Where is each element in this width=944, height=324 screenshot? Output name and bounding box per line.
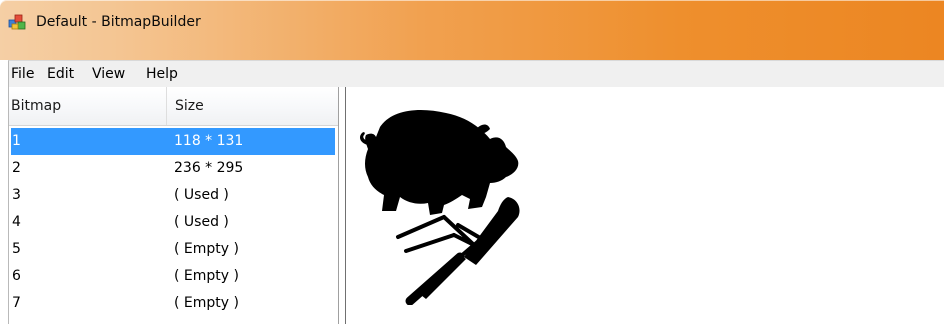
list-row[interactable]: 6 ( Empty ) <box>11 263 335 290</box>
list-row[interactable]: 1 118 * 131 <box>11 128 335 155</box>
bitmap-id: 3 <box>12 187 21 203</box>
menu-view[interactable]: View <box>92 64 125 84</box>
bitmap-size: ( Used ) <box>174 214 229 230</box>
bitmap-list-view[interactable]: Bitmap Size 1 118 * 131 2 236 * 295 3 ( … <box>8 87 339 324</box>
bitmapbuilder-app-icon <box>8 14 26 30</box>
bitmap-id: 7 <box>12 295 21 311</box>
bitmap-id: 1 <box>12 133 21 149</box>
menu-help[interactable]: Help <box>146 64 178 84</box>
list-row[interactable]: 5 ( Empty ) <box>11 236 335 263</box>
bitmap-size: ( Used ) <box>174 187 229 203</box>
bitmap-id: 5 <box>12 241 21 257</box>
bitmap-size: ( Empty ) <box>174 268 239 284</box>
column-divider[interactable] <box>166 87 167 125</box>
bitmap-size: 236 * 295 <box>174 160 244 176</box>
menu-bar: File Edit View Help <box>8 60 944 87</box>
bitmap-preview-canvas[interactable] <box>345 87 944 324</box>
column-header-bitmap[interactable]: Bitmap <box>11 97 61 115</box>
list-header: Bitmap Size <box>9 87 338 126</box>
menu-file[interactable]: File <box>11 64 34 84</box>
list-row[interactable]: 4 ( Used ) <box>11 209 335 236</box>
menu-edit[interactable]: Edit <box>47 64 74 84</box>
list-row[interactable]: 3 ( Used ) <box>11 182 335 209</box>
column-header-size[interactable]: Size <box>175 97 204 115</box>
bitmapbuilder-window: Default - BitmapBuilder File Edit View H… <box>0 0 944 324</box>
pig-fork-knife-image <box>360 109 520 305</box>
bitmap-size: ( Empty ) <box>174 295 239 311</box>
list-row[interactable]: 7 ( Empty ) <box>11 290 335 317</box>
bitmap-size: ( Empty ) <box>174 241 239 257</box>
bitmap-id: 4 <box>12 214 21 230</box>
title-bar[interactable]: Default - BitmapBuilder <box>0 0 944 60</box>
bitmap-id: 6 <box>12 268 21 284</box>
window-title: Default - BitmapBuilder <box>36 14 201 30</box>
bitmap-id: 2 <box>12 160 21 176</box>
list-row[interactable]: 2 236 * 295 <box>11 155 335 182</box>
bitmap-size: 118 * 131 <box>174 133 244 149</box>
